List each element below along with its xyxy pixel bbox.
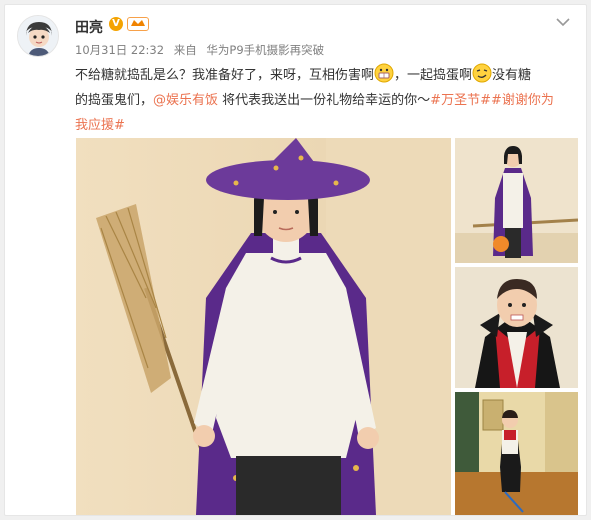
post-text: 不给糖就捣乱是么？我准备好了，来呀，互相伤害啊 ，一起捣蛋啊 没有糖 的捣蛋鬼们，@…	[75, 63, 555, 138]
author-avatar[interactable]	[17, 15, 59, 57]
post-photo-thumb-2[interactable]	[455, 267, 578, 388]
verified-badge-icon: V	[109, 17, 123, 31]
weibo-post-card: 田亮 V 10月31日 22:32 来自 华为P9手机摄影再突破 不给糖就捣乱是…	[4, 4, 587, 516]
post-photo-witch-girl[interactable]	[76, 138, 451, 515]
source-prefix: 来自	[173, 43, 197, 57]
mention-link[interactable]: @娱乐有饭	[153, 93, 218, 108]
level-badge-icon	[127, 17, 149, 31]
chevron-down-icon[interactable]	[556, 17, 570, 27]
post-text-segment: 将代表我送出一份礼物给幸运的你～	[218, 93, 431, 108]
post-text-segment: ，一起捣蛋啊	[394, 68, 473, 83]
post-photo-thumb-3[interactable]	[455, 392, 578, 515]
post-meta: 10月31日 22:32 来自 华为P9手机摄影再突破	[75, 42, 330, 58]
post-text-segment: 不给糖就捣乱是么？我准备好了，来呀，互相伤害啊	[75, 68, 375, 83]
post-text-segment: 没有糖	[492, 68, 532, 83]
post-date[interactable]: 10月31日 22:32	[75, 43, 164, 57]
sly-emoji-icon	[472, 63, 492, 83]
post-text-segment: 的捣蛋鬼们，	[75, 93, 154, 108]
grin-emoji-icon	[374, 63, 394, 83]
post-source[interactable]: 华为P9手机摄影再突破	[206, 43, 324, 57]
hashtag-link[interactable]: #万圣节#	[430, 93, 491, 108]
post-photo-thumb-1[interactable]	[455, 138, 578, 263]
author-name[interactable]: 田亮	[75, 17, 103, 37]
